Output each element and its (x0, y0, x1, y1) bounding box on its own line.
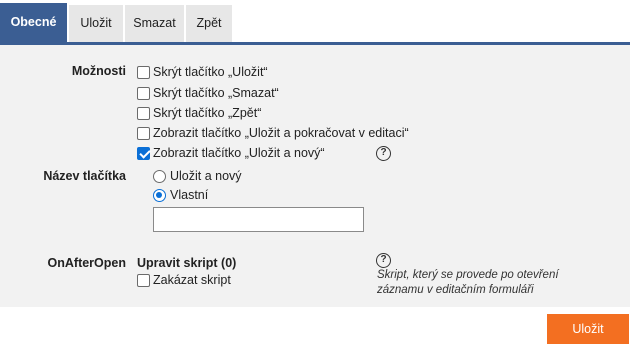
options-label: Možnosti (71, 64, 126, 78)
script-help-line-2: záznamu v editačním formuláři (377, 284, 534, 296)
disable-script-checkbox[interactable]: Zakázat skript (137, 272, 231, 288)
help-icon[interactable]: ? (376, 253, 391, 268)
help-icon[interactable]: ? (376, 146, 391, 161)
checkbox-box[interactable] (137, 106, 150, 120)
checkbox-box[interactable] (137, 65, 150, 79)
radio-custom-label: Vlastní (170, 188, 209, 202)
button-name-label: Název tlačítka (43, 169, 126, 183)
radio-circle-checked[interactable] (153, 188, 166, 202)
on-after-open-label: OnAfterOpen (47, 256, 126, 270)
show-save-new-label: Zobrazit tlačítko „Uložit a nový“ (153, 146, 325, 160)
disable-script-label: Zakázat skript (153, 273, 231, 287)
radio-save-new[interactable]: Uložit a nový (153, 168, 242, 184)
tab-zpet[interactable]: Zpět (186, 5, 232, 42)
checkbox-box[interactable] (137, 86, 150, 100)
tab-bar: Obecné Uložit Smazat Zpět (0, 0, 633, 42)
hide-save-checkbox[interactable]: Skrýt tlačítko „Uložit“ (137, 64, 268, 80)
radio-custom[interactable]: Vlastní (153, 187, 208, 203)
hide-back-checkbox[interactable]: Skrýt tlačítko „Zpět“ (137, 105, 261, 121)
hide-save-label: Skrýt tlačítko „Uložit“ (153, 65, 268, 79)
radio-circle[interactable] (153, 169, 166, 183)
show-save-continue-checkbox[interactable]: Zobrazit tlačítko „Uložit a pokračovat v… (137, 125, 409, 141)
hide-back-label: Skrýt tlačítko „Zpět“ (153, 106, 262, 120)
checkbox-box-checked[interactable] (137, 146, 150, 160)
tab-smazat[interactable]: Smazat (125, 5, 184, 42)
checkbox-box[interactable] (137, 273, 150, 287)
checkbox-box[interactable] (137, 126, 150, 140)
custom-name-input[interactable] (153, 207, 364, 232)
tab-obecne[interactable]: Obecné (0, 3, 67, 42)
save-button[interactable]: Uložit (547, 314, 629, 344)
radio-save-new-label: Uložit a nový (170, 169, 242, 183)
script-help-line-1: Skript, který se provede po otevření (377, 269, 559, 281)
hide-delete-checkbox[interactable]: Skrýt tlačítko „Smazat“ (137, 85, 279, 101)
show-save-continue-label: Zobrazit tlačítko „Uložit a pokračovat v… (153, 126, 409, 140)
tab-ulozit[interactable]: Uložit (69, 5, 123, 42)
hide-delete-label: Skrýt tlačítko „Smazat“ (153, 86, 279, 100)
script-help-text: Skript, který se provede po otevření záz… (377, 268, 597, 298)
show-save-new-checkbox[interactable]: Zobrazit tlačítko „Uložit a nový“ (137, 145, 325, 161)
edit-script-link[interactable]: Upravit skript (0) (137, 256, 236, 270)
